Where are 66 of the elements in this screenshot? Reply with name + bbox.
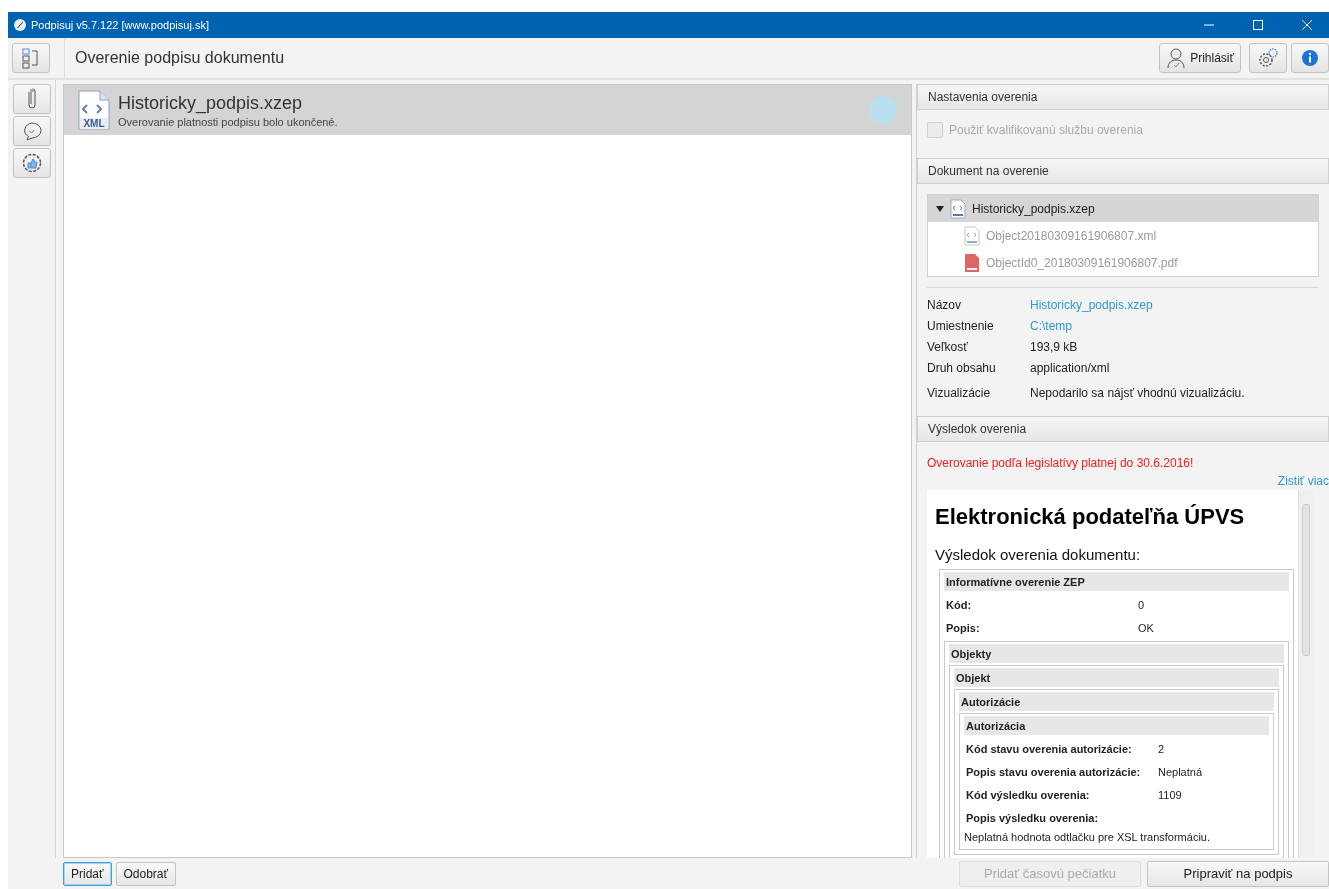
field-label: Popis stavu overenia autorizácie: xyxy=(966,765,1142,778)
page-title: Overenie podpisu dokumentu xyxy=(64,38,285,78)
remove-button[interactable]: Odobrať xyxy=(115,861,177,886)
field-label: Kód stavu overenia autorizácie: xyxy=(966,742,1133,755)
field-value: 2 xyxy=(1158,742,1166,755)
group-header: Autorizácia xyxy=(964,716,1269,735)
group-header: Informatívne overenie ZEP xyxy=(944,572,1289,591)
property-label: Veľkosť xyxy=(927,339,969,354)
report-title: Elektronická podateľňa ÚPVS xyxy=(935,504,1246,530)
document-status: Overovanie platnosti podpisu bolo ukončené. xyxy=(118,115,338,128)
pdf-file-icon xyxy=(964,252,980,273)
add-button[interactable]: Pridať xyxy=(63,861,112,886)
window-title: Podpisuj v5.7.122 [www.podpisuj.sk] xyxy=(31,19,209,31)
property-value: 193,9 kB xyxy=(1030,339,1078,354)
group-header: Objekty xyxy=(949,644,1284,663)
settings-icon xyxy=(1256,47,1280,69)
learn-more-link[interactable]: Zistiť viac xyxy=(1277,474,1329,488)
section-header: Dokument na overenie xyxy=(917,158,1329,184)
xml-file-icon: XML xyxy=(78,90,110,130)
section-header: Nastavenia overenia xyxy=(917,84,1329,110)
maximize-icon xyxy=(1253,20,1263,30)
status-circle-icon xyxy=(869,96,897,124)
property-label: Vizualizácie xyxy=(927,386,992,400)
workflow-button[interactable] xyxy=(12,43,50,73)
property-link[interactable]: Historicky_podpis.xzep xyxy=(1030,297,1153,312)
property-value: Nepodarilo sa nájsť vhodnú vizualizáciu. xyxy=(1030,386,1245,400)
field-value: OK xyxy=(1138,621,1155,634)
field-value: 0 xyxy=(1138,598,1146,611)
field-label: Popis: xyxy=(946,621,981,634)
user-icon xyxy=(1166,47,1187,69)
thumbs-up-badge-icon xyxy=(20,152,43,174)
property-label: Druh obsahu xyxy=(927,360,997,375)
xml-file-icon xyxy=(964,225,980,246)
prepare-button[interactable]: Pripraviť na podpis xyxy=(1147,860,1329,887)
attachment-button[interactable] xyxy=(12,84,51,114)
property-link[interactable]: C:\temp xyxy=(1030,318,1072,333)
group-header: Autorizácie xyxy=(959,692,1274,711)
field-value: Neplatná xyxy=(1158,765,1204,778)
tree-item[interactable]: ObjectId0_20180309161906807.pdf xyxy=(928,249,1318,276)
flow-diagram-icon xyxy=(21,47,41,69)
tree-item[interactable]: Historicky_podpis.xzep xyxy=(928,195,1318,222)
field-label: Kód výsledku overenia: xyxy=(966,788,1091,801)
field-value: 1109 xyxy=(1158,788,1183,801)
badge-button[interactable] xyxy=(12,148,51,178)
info-icon xyxy=(1301,49,1319,67)
login-button[interactable]: Prihlásiť xyxy=(1159,43,1241,73)
property-label: Umiestnenie xyxy=(927,318,995,333)
document-name: Historicky_podpis.xzep xyxy=(118,92,304,114)
comment-button[interactable] xyxy=(12,116,51,146)
document-item[interactable]: XML Historicky_podpis.xzep Overovanie platnosti podpisu bolo ukončené. xyxy=(64,85,911,135)
collapse-arrow-icon[interactable] xyxy=(936,204,944,213)
field-label: Popis výsledku overenia: xyxy=(966,811,1100,824)
property-value: application/xml xyxy=(1030,360,1110,375)
quill-icon xyxy=(14,19,26,31)
tree-item[interactable]: Object20180309161906807.xml xyxy=(928,222,1318,249)
settings-button[interactable] xyxy=(1249,43,1287,73)
field-label: Kód: xyxy=(946,598,973,611)
property-label: Názov xyxy=(927,297,962,312)
result-note: Neplatná hodnota odtlačku pre XSL transformáciu. xyxy=(964,830,1212,845)
close-icon xyxy=(1302,20,1312,30)
warning-text: Overovanie podľa legislatívy platnej do 30.6.2016! xyxy=(927,456,1195,470)
xml-file-icon xyxy=(950,198,966,219)
info-button[interactable] xyxy=(1291,43,1329,73)
group-header: Objekt xyxy=(954,668,1279,687)
report-subtitle: Výsledok overenia dokumentu: xyxy=(935,546,1142,563)
section-header: Výsledok overenia xyxy=(917,416,1329,442)
